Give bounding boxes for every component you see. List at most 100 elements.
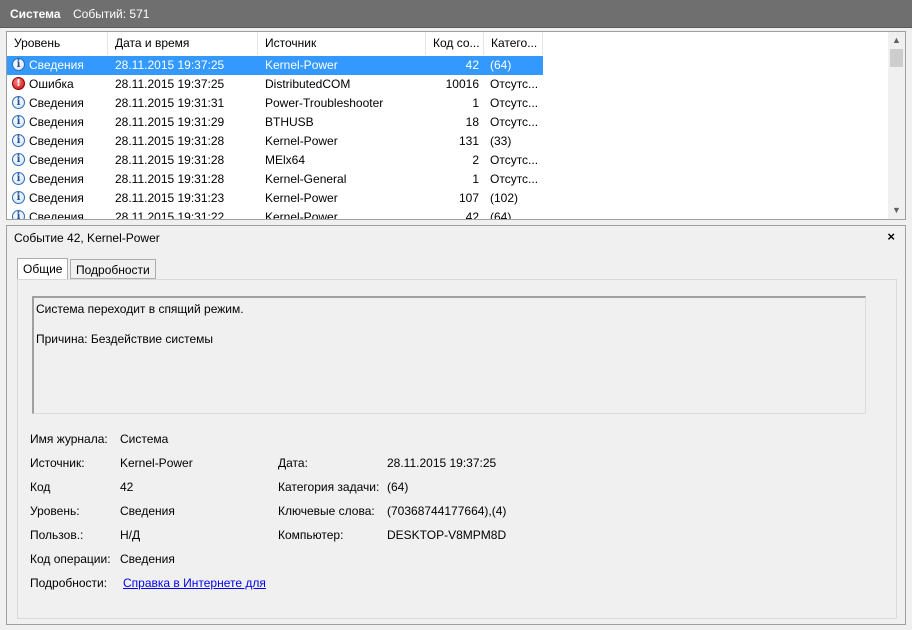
- row-level: Сведения: [29, 58, 84, 72]
- computer-label: Компьютер:: [278, 528, 344, 542]
- source-value: Kernel-Power: [120, 456, 193, 470]
- event-code-label: Код: [30, 480, 51, 494]
- event-details-title: Событие 42, Kernel-Power: [14, 231, 160, 245]
- scroll-down-icon[interactable]: ▼: [888, 202, 905, 219]
- row-event-code: 131: [458, 134, 479, 148]
- general-tab-content: Система переходит в спящий режим. Причин…: [17, 279, 897, 619]
- row-level: Сведения: [29, 96, 84, 110]
- close-details-icon[interactable]: ×: [887, 229, 895, 244]
- row-event-code: 1: [472, 96, 479, 110]
- events-list[interactable]: Уровень Дата и время Источник Код со... …: [6, 31, 906, 220]
- level-value: Сведения: [120, 504, 175, 518]
- event-message-line-2: Причина: Бездействие системы: [36, 332, 214, 346]
- row-event-code: 10016: [445, 77, 479, 91]
- row-source: DistributedCOM: [265, 77, 351, 91]
- vertical-scrollbar[interactable]: ▲ ▼: [888, 32, 905, 219]
- column-header-source[interactable]: Источник: [258, 32, 426, 55]
- column-header-event-code[interactable]: Код со...: [426, 32, 484, 55]
- event-row[interactable]: i Сведения 28.11.2015 19:31:31 Power-Troubl…: [7, 94, 887, 113]
- event-row[interactable]: i Сведения 28.11.2015 19:31:28 Kernel-Power…: [7, 132, 887, 151]
- row-category: Отсутс...: [490, 153, 539, 167]
- scroll-thumb[interactable]: [890, 49, 903, 67]
- row-datetime: 28.11.2015 19:31:28: [115, 153, 225, 167]
- column-header-datetime[interactable]: Дата и время: [108, 32, 258, 55]
- task-category-label: Категория задачи:: [278, 480, 380, 494]
- log-name-value: Система: [120, 432, 169, 446]
- row-event-code: 1: [472, 172, 479, 186]
- row-category: Отсутс...: [490, 115, 539, 129]
- row-category: Отсутс...: [490, 77, 539, 91]
- row-datetime: 28.11.2015 19:31:28: [115, 172, 225, 186]
- info-icon: i: [12, 115, 25, 128]
- event-row[interactable]: i Сведения 28.11.2015 19:37:25 Kernel-Power…: [7, 56, 887, 75]
- online-help-link[interactable]: Справка в Интернете для: [123, 576, 266, 590]
- error-icon: !: [12, 77, 25, 90]
- row-event-code: 42: [465, 58, 479, 72]
- keywords-label: Ключевые слова:: [278, 504, 375, 518]
- log-title-bar: Система Событий: 571: [0, 0, 912, 28]
- event-row[interactable]: i Сведения 28.11.2015 19:31:28 Kernel-Gener…: [7, 170, 887, 189]
- info-icon: i: [12, 58, 25, 71]
- info-icon: i: [12, 96, 25, 109]
- column-header-category[interactable]: Катего...: [484, 32, 543, 55]
- user-value: Н/Д: [120, 528, 141, 542]
- row-source: Kernel-Power: [265, 58, 338, 72]
- row-source: Kernel-Power: [265, 210, 338, 220]
- date-value: 28.11.2015 19:37:25: [387, 456, 497, 470]
- row-datetime: 28.11.2015 19:31:23: [115, 191, 225, 205]
- event-row[interactable]: i Сведения 28.11.2015 19:31:28 MElx64 2 Отсут…: [7, 151, 887, 170]
- row-category: (33): [490, 134, 512, 148]
- event-row[interactable]: i Сведения 28.11.2015 19:31:23 Kernel-Power…: [7, 189, 887, 208]
- row-level: Ошибка: [29, 77, 74, 91]
- row-event-code: 42: [465, 210, 479, 220]
- event-details-pane: Событие 42, Kernel-Power × Общие Подробн…: [6, 225, 906, 625]
- row-level: Сведения: [29, 191, 84, 205]
- row-source: Kernel-Power: [265, 134, 338, 148]
- row-event-code: 107: [458, 191, 479, 205]
- row-category: Отсутс...: [490, 96, 539, 110]
- row-source: Power-Troubleshooter: [265, 96, 384, 110]
- row-level: Сведения: [29, 210, 84, 220]
- row-level: Сведения: [29, 134, 84, 148]
- row-source: BTHUSB: [265, 115, 314, 129]
- row-datetime: 28.11.2015 19:37:25: [115, 77, 225, 91]
- task-category-value: (64): [387, 480, 409, 494]
- event-message-line-1: Система переходит в спящий режим.: [36, 302, 244, 316]
- row-datetime: 28.11.2015 19:31:22: [115, 210, 225, 220]
- row-level: Сведения: [29, 153, 84, 167]
- info-icon: i: [12, 153, 25, 166]
- row-datetime: 28.11.2015 19:31:28: [115, 134, 225, 148]
- row-datetime: 28.11.2015 19:31:31: [115, 96, 225, 110]
- row-category: (64): [490, 58, 512, 72]
- log-name: Система: [10, 7, 61, 21]
- event-row[interactable]: i Сведения 28.11.2015 19:31:29 BTHUSB 18 Отсу…: [7, 113, 887, 132]
- scroll-up-icon[interactable]: ▲: [888, 32, 905, 49]
- info-icon: i: [12, 172, 25, 185]
- column-header-level[interactable]: Уровень: [7, 32, 108, 55]
- row-category: (64): [490, 210, 512, 220]
- event-code-value: 42: [120, 480, 134, 494]
- event-message-box[interactable]: Система переходит в спящий режим. Причин…: [32, 296, 866, 414]
- tab-details[interactable]: Подробности: [70, 259, 156, 279]
- info-icon: i: [12, 210, 25, 219]
- events-list-header: Уровень Дата и время Источник Код со... …: [7, 32, 887, 56]
- tab-general[interactable]: Общие: [17, 258, 69, 280]
- opcode-label: Код операции:: [30, 552, 111, 566]
- row-source: Kernel-General: [265, 172, 347, 186]
- event-row[interactable]: ! Ошибка 28.11.2015 19:37:25 DistributedCOM…: [7, 75, 887, 94]
- event-row[interactable]: i Сведения 28.11.2015 19:31:22 Kernel-Power…: [7, 208, 887, 220]
- row-event-code: 2: [472, 153, 479, 167]
- row-datetime: 28.11.2015 19:31:29: [115, 115, 225, 129]
- log-name-label: Имя журнала:: [30, 432, 108, 446]
- row-category: Отсутс...: [490, 172, 539, 186]
- more-info-label: Подробности:: [30, 576, 108, 590]
- row-source: Kernel-Power: [265, 191, 338, 205]
- event-count: Событий: 571: [73, 7, 150, 21]
- keywords-value: (70368744177664),(4): [387, 504, 507, 518]
- row-datetime: 28.11.2015 19:37:25: [115, 58, 225, 72]
- row-level: Сведения: [29, 172, 84, 186]
- date-label: Дата:: [278, 456, 308, 470]
- row-category: (102): [490, 191, 519, 205]
- row-level: Сведения: [29, 115, 84, 129]
- info-icon: i: [12, 191, 25, 204]
